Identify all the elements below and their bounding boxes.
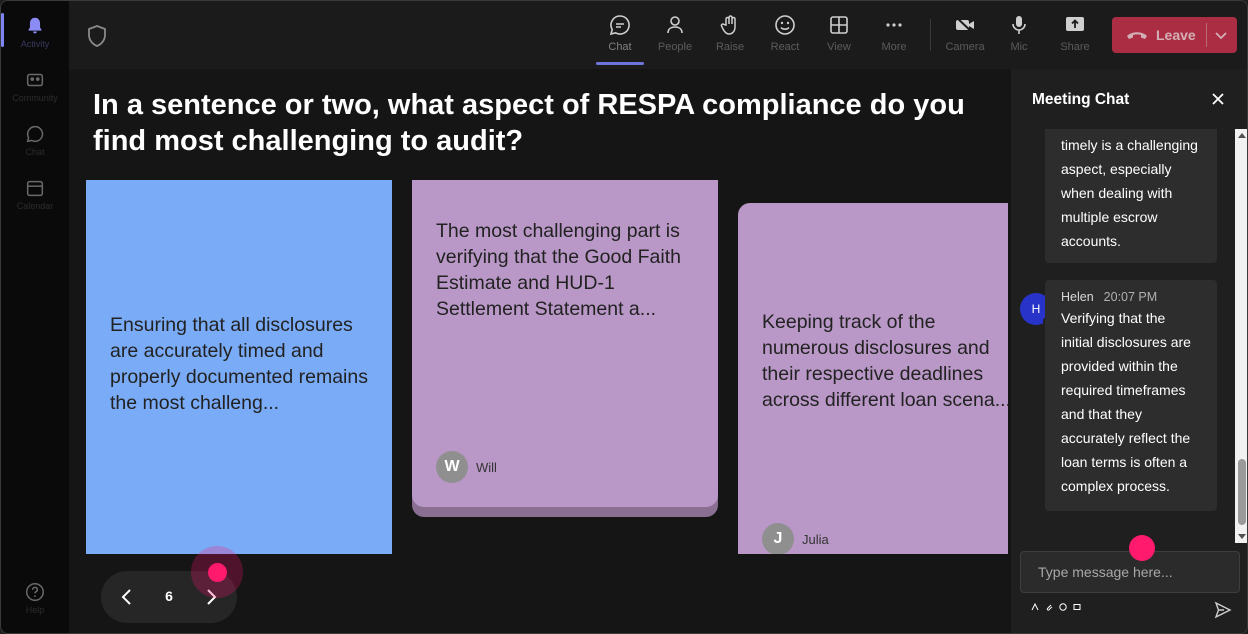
avatar: J: [762, 523, 794, 554]
share-icon: [1066, 17, 1084, 31]
toolbar-people-button[interactable]: People: [651, 11, 699, 63]
toolbar-label: Camera: [945, 41, 985, 53]
format-icon[interactable]: [1031, 603, 1039, 611]
toolbar-camera-button[interactable]: Camera: [941, 11, 989, 63]
compose-toolbar: [1031, 603, 1081, 611]
toolbar-chat-button[interactable]: Chat: [596, 11, 644, 65]
camera-icon: [955, 16, 974, 34]
chat-icon: [26, 125, 44, 143]
smiley-icon: [775, 15, 795, 35]
avatar-initial: H: [1031, 302, 1041, 316]
message-compose-box: [1020, 551, 1240, 593]
rail-item-activity[interactable]: Activity: [1, 5, 69, 55]
message-text: Verifying that the initial disclosures a…: [1061, 310, 1191, 494]
rail-item-calendar[interactable]: Calendar: [1, 167, 69, 217]
rail-item-help[interactable]: Help: [1, 571, 69, 621]
chat-message-list[interactable]: timely is a challenging aspect, especial…: [1011, 129, 1235, 543]
card-author: J Julia: [762, 523, 829, 554]
raise-hand-icon: [720, 15, 736, 35]
toolbar-more-button[interactable]: More: [870, 11, 918, 63]
card-author: W Will: [436, 451, 497, 483]
message-meta: Helen 20:07 PM: [1045, 280, 1217, 304]
author-name: Julia: [802, 531, 829, 547]
click-indicator: [208, 563, 227, 582]
toolbar-label: View: [827, 41, 851, 53]
response-text-content: Keeping track of the numerous disclosure…: [762, 311, 1008, 411]
page-number: 6: [165, 588, 173, 604]
leave-divider: [1206, 23, 1207, 47]
rail-item-label: Activity: [20, 39, 50, 49]
response-card[interactable]: Ensuring that all disclosures are accura…: [86, 180, 392, 554]
meeting-window: Activity Community Chat Calendar Help Ch…: [0, 0, 1248, 634]
question-title: In a sentence or two, what aspect of RES…: [93, 89, 965, 157]
chat-title: Meeting Chat: [1032, 91, 1130, 108]
author-name: Will: [476, 459, 497, 475]
grid-icon: [830, 16, 848, 34]
chat-header: Meeting Chat: [1011, 69, 1247, 129]
toolbar-share-button[interactable]: Share: [1051, 11, 1099, 63]
toolbar-react-button[interactable]: React: [761, 11, 809, 63]
response-text: The most challenging part is verifying t…: [436, 220, 681, 320]
close-icon[interactable]: [1210, 91, 1226, 107]
toolbar-label: Chat: [608, 41, 632, 53]
message-text: timely is a challenging aspect, especial…: [1061, 137, 1198, 249]
shield-icon: [88, 25, 106, 47]
toolbar-label: React: [770, 41, 800, 53]
toolbar-raise-button[interactable]: Raise: [706, 11, 754, 63]
rail-item-label: Community: [12, 93, 58, 103]
brainstorm-board: In a sentence or two, what aspect of RES…: [69, 69, 1011, 633]
more-icon: [886, 23, 902, 27]
leave-label: Leave: [1156, 27, 1196, 43]
leave-button[interactable]: Leave: [1112, 17, 1237, 53]
chevron-down-icon[interactable]: [1214, 28, 1228, 42]
gif-icon[interactable]: [1073, 603, 1081, 611]
rail-item-community[interactable]: Community: [1, 59, 69, 109]
chat-bubble-icon: [609, 15, 630, 36]
phone-hangup-icon: [1127, 32, 1147, 39]
toolbar-mic-button[interactable]: Mic: [995, 11, 1043, 63]
toolbar-view-button[interactable]: View: [815, 11, 863, 63]
community-icon: [26, 73, 44, 87]
rail-item-label: Calendar: [16, 201, 54, 211]
attach-icon[interactable]: [1045, 603, 1053, 611]
toolbar-separator: [930, 19, 931, 51]
chat-message: timely is a challenging aspect, especial…: [1045, 129, 1217, 263]
message-time: 20:07 PM: [1103, 290, 1158, 304]
scroll-up-icon[interactable]: [1238, 133, 1246, 138]
toolbar-label: Share: [1060, 41, 1090, 53]
response-card[interactable]: Keeping track of the numerous disclosure…: [738, 203, 1008, 554]
rail-item-chat[interactable]: Chat: [1, 113, 69, 163]
scroll-down-icon[interactable]: [1238, 534, 1246, 539]
response-card[interactable]: The most challenging part is verifying t…: [412, 180, 718, 517]
people-icon: [667, 16, 683, 34]
toolbar-label: Mic: [1010, 41, 1028, 53]
toolbar-label: People: [657, 41, 693, 53]
response-text: Ensuring that all disclosures are accura…: [110, 314, 368, 414]
toolbar-label: More: [881, 41, 907, 53]
meeting-chat-panel: Meeting Chat timely is a challenging asp…: [1011, 69, 1247, 633]
scrollbar-thumb[interactable]: [1238, 459, 1246, 525]
rail-item-label: Help: [25, 605, 45, 615]
bell-icon: [28, 17, 42, 34]
help-icon: [26, 583, 44, 601]
microphone-icon: [1012, 16, 1026, 34]
toolbar-label: Raise: [715, 41, 745, 53]
chat-message: Helen 20:07 PM Verifying that the initial…: [1045, 280, 1217, 511]
click-indicator: [1129, 535, 1155, 561]
chat-scrollbar[interactable]: [1235, 129, 1247, 543]
chevron-left-icon[interactable]: [117, 587, 137, 607]
avatar: W: [436, 451, 468, 483]
send-icon[interactable]: [1214, 601, 1232, 619]
message-input[interactable]: [1021, 552, 1239, 592]
meeting-toolbar: Chat People Raise React View More Camera: [69, 1, 1247, 69]
response-text: Keeping track of the numerous disclosure…: [762, 309, 1008, 413]
emoji-icon[interactable]: [1059, 603, 1067, 611]
calendar-icon: [26, 180, 44, 197]
app-rail: Activity Community Chat Calendar Help: [1, 1, 69, 633]
rail-item-label: Chat: [25, 147, 45, 157]
sender-name: Helen: [1061, 290, 1094, 304]
